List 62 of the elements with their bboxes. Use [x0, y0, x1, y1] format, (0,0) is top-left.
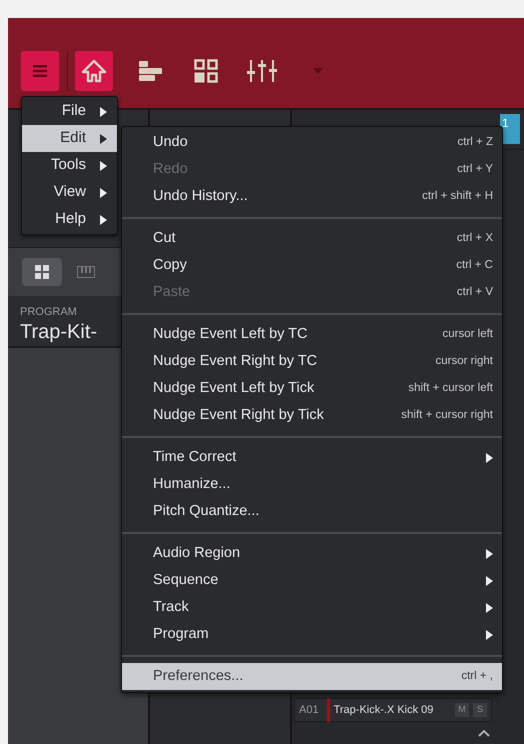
menu-item: Paste ctrl + V — [152, 282, 494, 304]
pad-view-button[interactable] — [22, 258, 62, 286]
shortcut-label: ctrl + C — [456, 258, 493, 273]
home-button[interactable] — [75, 51, 113, 91]
submenu-arrow-icon — [100, 160, 107, 170]
grid-icon — [35, 265, 49, 279]
pad-number: A01 — [298, 702, 320, 718]
menu-item[interactable]: Cut ctrl + X — [122, 225, 502, 252]
menu-item[interactable]: Pitch Quantize... — [122, 498, 502, 525]
menu-item[interactable]: View — [22, 179, 117, 206]
menu-item[interactable]: Nudge Event Left by Tick shift + cursor left — [122, 375, 502, 402]
menu-item[interactable]: Preferences... ctrl + , — [122, 663, 502, 690]
menu-item[interactable]: Edit — [22, 125, 117, 152]
home-icon — [81, 59, 107, 83]
submenu-arrow-icon — [100, 106, 107, 116]
arrange-icon — [138, 59, 162, 83]
track-name: Trap-Kick-.X Kick 09 — [334, 702, 434, 718]
shortcut-label: ctrl + Y — [457, 162, 493, 177]
shortcut-label: shift + cursor right — [401, 408, 493, 423]
caret-icon — [313, 68, 323, 74]
shortcut-label: shift + cursor left — [408, 380, 493, 396]
shortcut-label: ctrl + V — [456, 284, 493, 300]
shortcut-label: cursor right — [435, 354, 493, 369]
submenu-arrow-icon — [486, 452, 493, 462]
program-label: PROGRAM — [20, 305, 78, 320]
shortcut-label: ctrl + X — [456, 230, 493, 246]
program-name: Trap-Kit- — [20, 320, 98, 342]
menu-item[interactable]: Humanize... — [122, 471, 502, 498]
submenu-arrow-icon — [100, 188, 107, 198]
shortcut-label: ctrl + Z — [458, 134, 493, 150]
piano-icon — [77, 266, 95, 278]
submenu-arrow-icon — [100, 134, 107, 144]
menu-item[interactable]: Audio Region — [122, 540, 502, 567]
menu-item[interactable]: Sequence — [122, 567, 502, 594]
menu-item[interactable]: Copy ctrl + C — [122, 252, 502, 279]
grid-icon — [194, 59, 218, 83]
mixer-icon — [247, 60, 277, 82]
menu-button[interactable] — [21, 51, 59, 91]
menu-item[interactable]: Tools — [22, 152, 117, 179]
submenu-arrow-icon — [100, 214, 107, 224]
menu-item[interactable]: Track — [122, 594, 502, 621]
track-color-bar — [326, 698, 330, 722]
menu-item[interactable]: Undo History... ctrl + shift + H — [122, 183, 502, 210]
menu-item[interactable]: Time Correct — [122, 444, 502, 471]
submenu-arrow-icon — [486, 602, 493, 612]
menu-item[interactable]: Nudge Event Right by TC cursor right — [122, 348, 502, 375]
chevron-up-icon[interactable] — [478, 729, 490, 737]
shortcut-label: cursor left — [442, 326, 493, 342]
menu-item[interactable]: Undo ctrl + Z — [122, 129, 502, 156]
menu-item[interactable]: Nudge Event Right by Tick shift + cursor right — [122, 402, 502, 429]
shortcut-label: ctrl + , — [461, 668, 493, 684]
submenu-arrow-icon — [486, 548, 493, 558]
submenu-arrow-icon — [486, 630, 493, 640]
sequence-marker: 1 — [500, 114, 520, 144]
menu-icon — [33, 65, 47, 77]
menu-item[interactable]: Program — [122, 621, 502, 648]
shortcut-label: ctrl + shift + H — [422, 188, 493, 204]
submenu-arrow-icon — [486, 576, 493, 586]
menu-item[interactable]: File — [22, 98, 117, 125]
menu-item[interactable]: Help — [22, 206, 117, 233]
menu-item: Redo ctrl + Y — [152, 160, 494, 180]
menu-item[interactable]: Nudge Event Left by TC cursor left — [122, 321, 502, 348]
